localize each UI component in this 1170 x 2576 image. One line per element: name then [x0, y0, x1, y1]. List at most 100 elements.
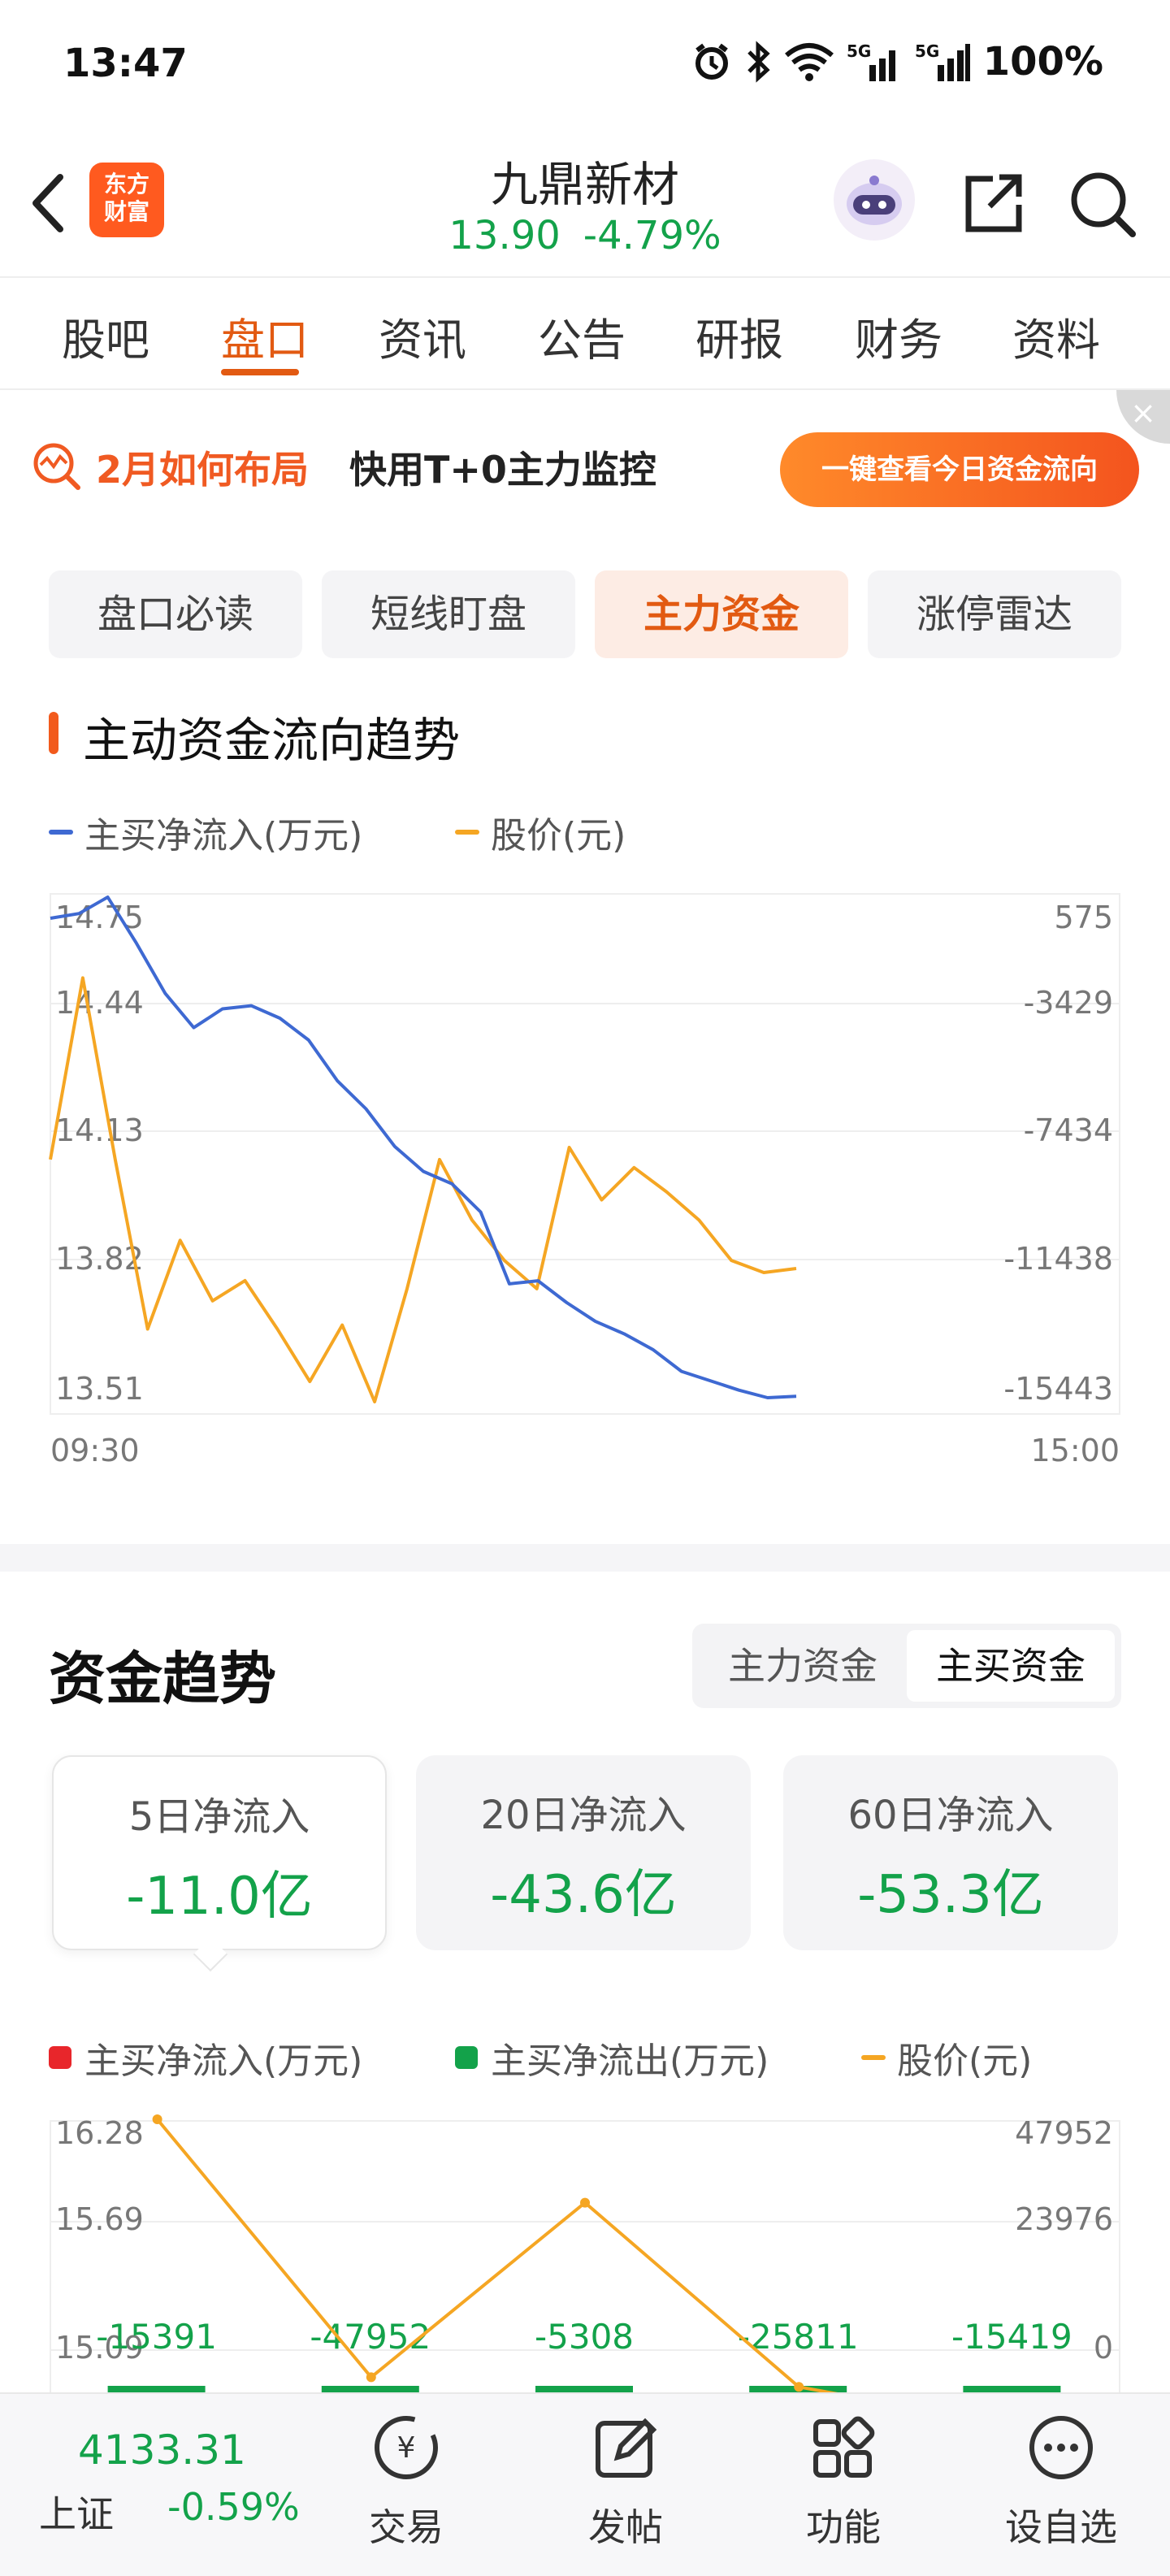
- legend2-outflow: 主买净流出(万元): [455, 2032, 769, 2084]
- legend-inflow: 主买净流入(万元): [49, 806, 362, 858]
- legend2-inflow: 主买净流入(万元): [49, 2032, 362, 2084]
- nav-functions-label: 功能: [806, 2505, 881, 2549]
- alarm-icon: [695, 43, 728, 80]
- card-20day[interactable]: 20日净流入 -43.6亿: [416, 1755, 751, 1950]
- stock-price: 13.90: [448, 213, 561, 258]
- price-point: [794, 2382, 804, 2392]
- view-fund-flow-button[interactable]: 一键查看今日资金流向: [780, 432, 1139, 507]
- y-right-tick: 575: [1054, 900, 1113, 935]
- trade-icon: ¥: [375, 2416, 438, 2479]
- card-5day-value: -11.0亿: [126, 1867, 313, 1927]
- legend2-price: 股价(元): [861, 2032, 1032, 2084]
- tab-guba[interactable]: 股吧: [62, 304, 150, 368]
- toggle-main-funds[interactable]: 主力资金: [699, 1630, 907, 1702]
- promo-banner: 2月如何布局 快用T+0主力监控 一键查看今日资金流向 ×: [0, 390, 1170, 544]
- grid-icon: [813, 2416, 875, 2478]
- toggle-active-buy-funds[interactable]: 主买资金: [907, 1630, 1115, 1702]
- close-icon[interactable]: ×: [1116, 390, 1170, 444]
- section-divider: [0, 1544, 1170, 1572]
- chart-frame: [50, 893, 1120, 1415]
- y-right-tick: -11438: [1003, 1241, 1113, 1277]
- nav-trade[interactable]: ¥ 交易: [333, 2410, 479, 2552]
- card-20day-value: -43.6亿: [490, 1865, 677, 1925]
- y-right-tick: 47952: [1015, 2115, 1113, 2151]
- card-5day[interactable]: 5日净流入 -11.0亿: [52, 1755, 387, 1950]
- y-left-tick: 13.51: [55, 1371, 144, 1407]
- segment-limit-up-radar[interactable]: 涨停雷达: [868, 570, 1121, 658]
- fund-type-toggle: 主力资金 主买资金: [692, 1624, 1121, 1708]
- y-left-tick: 15.69: [55, 2201, 144, 2237]
- svg-text:5G: 5G: [915, 41, 939, 61]
- nav-functions[interactable]: 功能: [770, 2410, 916, 2552]
- legend2-price-swatch: [861, 2055, 886, 2060]
- active-tab-indicator: [221, 369, 299, 375]
- status-bar: 13:47 5G 5G 100%: [0, 0, 1170, 122]
- x-tick: 09:30: [50, 1433, 140, 1463]
- legend-price: 股价(元): [455, 806, 626, 858]
- wifi-icon: [784, 43, 834, 81]
- y-left-tick: 14.44: [55, 985, 144, 1021]
- card-5day-label: 5日净流入: [128, 1794, 310, 1840]
- monitor-icon: [33, 443, 80, 490]
- stock-change: -4.79%: [583, 213, 722, 258]
- bar-label: -15391: [96, 2317, 217, 2357]
- nav-add-watchlist[interactable]: 设自选: [988, 2410, 1134, 2552]
- tab-announcements[interactable]: 公告: [538, 304, 626, 368]
- svg-text:¥: ¥: [397, 2431, 416, 2465]
- tab-profile[interactable]: 资料: [1012, 304, 1100, 368]
- status-time: 13:47: [63, 41, 188, 86]
- nav-post[interactable]: 发帖: [552, 2410, 699, 2552]
- price-point: [366, 2372, 376, 2383]
- card-20day-label: 20日净流入: [480, 1793, 687, 1838]
- share-icon[interactable]: [957, 167, 1029, 239]
- card-60day[interactable]: 60日净流入 -53.3亿: [783, 1755, 1118, 1950]
- section-title: 主动资金流向趋势: [83, 713, 461, 768]
- card-60day-value: -53.3亿: [857, 1865, 1044, 1925]
- legend2-price-label: 股价(元): [897, 2040, 1033, 2082]
- tab-pankou[interactable]: 盘口: [221, 304, 309, 368]
- nav-post-label: 发帖: [588, 2505, 663, 2549]
- series-inflow-line: [50, 896, 797, 1399]
- x-tick: 15:00: [1030, 1433, 1120, 1463]
- assistant-avatar-icon[interactable]: [834, 159, 915, 241]
- tab-finance[interactable]: 财务: [855, 304, 942, 368]
- price-point: [580, 2197, 590, 2208]
- battery-level: 100%: [982, 39, 1103, 85]
- status-icons: 5G 5G 100%: [691, 39, 1103, 85]
- index-name[interactable]: 上证: [39, 2485, 114, 2539]
- legend2-inflow-swatch: [49, 2046, 72, 2069]
- bar-label: -5308: [535, 2317, 634, 2357]
- bottom-nav: 4133.31 上证 -0.59% ¥ 交易 发帖 功能 设自选: [0, 2392, 1170, 2576]
- y-left-tick: 14.13: [55, 1112, 144, 1148]
- section-accent-bar: [49, 712, 58, 754]
- legend2-outflow-swatch: [455, 2046, 478, 2069]
- search-icon[interactable]: [1064, 166, 1139, 241]
- trend-title: 资金趋势: [49, 1646, 276, 1712]
- stock-header: 东方 财富 九鼎新材 13.90 -4.79%: [0, 122, 1170, 278]
- intraday-flow-chart[interactable]: 14.75 57514.44 -342914.13 -743413.82 -114381…: [0, 878, 1170, 1463]
- edit-icon: [596, 2418, 657, 2478]
- legend-inflow-label: 主买净流入(万元): [84, 815, 363, 856]
- y-right-tick: -7434: [1024, 1112, 1113, 1148]
- series-price-line: [49, 976, 797, 1403]
- card-60day-label: 60日净流入: [847, 1793, 1054, 1838]
- stock-tabs: 股吧 盘口 资讯 公告 研报 财务 资料: [0, 278, 1170, 390]
- legend-price-label: 股价(元): [491, 815, 626, 856]
- signal-5g-icon-2: 5G: [915, 41, 970, 81]
- bluetooth-icon: [747, 41, 770, 83]
- price-point: [152, 2114, 162, 2124]
- tab-news[interactable]: 资讯: [379, 304, 466, 368]
- legend2-outflow-label: 主买净流出(万元): [491, 2040, 769, 2082]
- y-right-tick: -3429: [1024, 985, 1113, 1021]
- bar-label: -15419: [951, 2317, 1072, 2357]
- index-value[interactable]: 4133.31: [78, 2426, 246, 2474]
- segment-short-term[interactable]: 短线盯盘: [322, 570, 575, 658]
- tab-research[interactable]: 研报: [696, 304, 783, 368]
- daily-flow-chart[interactable]: 16.28 4795215.69 2397615.09 0-15391 -47952 -5…: [0, 2105, 1170, 2397]
- segment-must-read[interactable]: 盘口必读: [49, 570, 302, 658]
- segment-main-funds[interactable]: 主力资金: [595, 570, 848, 658]
- y-left-tick: 16.28: [55, 2115, 144, 2151]
- y-right-tick: 23976: [1015, 2201, 1113, 2237]
- banner-title-2: 快用T+0主力监控: [349, 448, 656, 492]
- index-change[interactable]: -0.59%: [167, 2485, 300, 2529]
